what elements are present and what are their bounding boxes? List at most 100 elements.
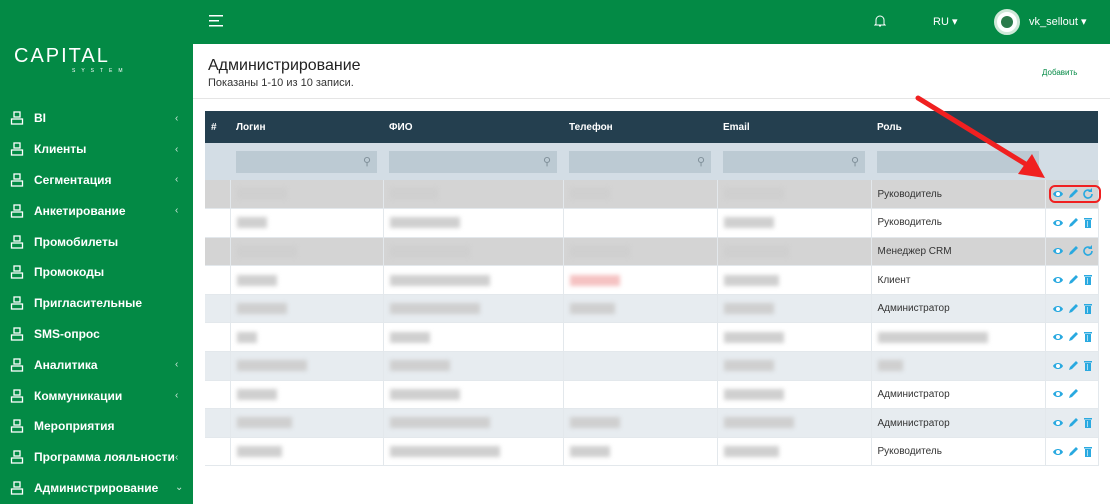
- table-row: Клиент: [205, 265, 1099, 295]
- user-menu[interactable]: vk_sellout ▾: [1029, 15, 1087, 28]
- eye-icon[interactable]: [1052, 245, 1064, 257]
- language-label: RU: [933, 16, 949, 28]
- sidebar-item-12[interactable]: Администрирование ⌄: [0, 473, 193, 504]
- table-row: Руководитель: [205, 208, 1099, 238]
- pencil-icon[interactable]: [1067, 274, 1079, 286]
- chevron-icon: ‹: [175, 390, 179, 402]
- language-dropdown[interactable]: RU ▾: [933, 15, 957, 28]
- role-filter-select[interactable]: ⌄: [877, 150, 1039, 173]
- trash-icon[interactable]: [1082, 417, 1094, 429]
- user-icon: [9, 480, 25, 496]
- fio-cell: [383, 180, 564, 210]
- fio-filter-input[interactable]: ⚲: [389, 150, 557, 173]
- phone-cell: [563, 294, 718, 324]
- sidebar-item-4[interactable]: Промобилеты: [0, 226, 193, 257]
- table-row: [205, 322, 1099, 353]
- user-icon: [9, 141, 25, 157]
- restore-icon[interactable]: [1082, 245, 1094, 257]
- login-filter-input[interactable]: ⚲: [236, 150, 377, 173]
- login-cell: [230, 237, 384, 267]
- phone-filter-input[interactable]: ⚲: [569, 150, 711, 173]
- sidebar-item-10[interactable]: Мероприятия: [0, 411, 193, 442]
- sidebar-item-5[interactable]: Промокоды: [0, 257, 193, 288]
- sidebar-nav: BI ‹ Клиенты ‹ Сегментация ‹ Анкетирование ‹ Про…: [0, 103, 193, 503]
- trash-icon[interactable]: [1082, 331, 1094, 343]
- ticket-icon: [9, 234, 25, 250]
- eye-icon[interactable]: [1052, 360, 1064, 372]
- email-cell: [717, 351, 872, 381]
- users-table: # Логин ФИО Телефон Email Роль ⚲ ⚲ ⚲ ⚲ ⌄ Руко…: [205, 111, 1101, 467]
- email-cell: [717, 265, 872, 295]
- eye-icon[interactable]: [1052, 274, 1064, 286]
- trash-icon[interactable]: [1082, 360, 1094, 372]
- fio-cell: [383, 237, 564, 267]
- eye-icon[interactable]: [1052, 388, 1064, 400]
- sidebar-item-9[interactable]: Коммуникации ‹: [0, 380, 193, 411]
- records-summary: Показаны 1-10 из 10 записи.: [208, 77, 354, 89]
- sidebar-item-2[interactable]: Сегментация ‹: [0, 165, 193, 196]
- eye-icon[interactable]: [1052, 217, 1064, 229]
- sidebar-item-1[interactable]: Клиенты ‹: [0, 134, 193, 165]
- sidebar-item-label: Сегментация: [34, 172, 112, 187]
- pencil-icon[interactable]: [1067, 217, 1079, 229]
- sidebar-item-6[interactable]: Пригласительные: [0, 288, 193, 319]
- chart-line-icon: [9, 110, 25, 126]
- pencil-icon[interactable]: [1067, 446, 1079, 458]
- email-filter-input[interactable]: ⚲: [723, 150, 865, 173]
- add-button[interactable]: Добавить: [1042, 68, 1077, 77]
- actions-cell: [1045, 180, 1101, 210]
- sidebar-item-8[interactable]: Аналитика ‹: [0, 349, 193, 380]
- eye-icon[interactable]: [1052, 188, 1064, 200]
- actions-cell: [1045, 294, 1099, 324]
- sidebar-item-0[interactable]: BI ‹: [0, 103, 193, 134]
- menu-icon[interactable]: [209, 14, 225, 28]
- phone-cell: [563, 351, 718, 381]
- pencil-icon[interactable]: [1067, 303, 1079, 315]
- eye-icon[interactable]: [1052, 417, 1064, 429]
- column-header[interactable]: ФИО: [383, 111, 563, 143]
- eye-icon[interactable]: [1052, 446, 1064, 458]
- table-row: Администратор: [205, 380, 1099, 410]
- login-cell: [230, 351, 384, 381]
- row-actions: [1052, 388, 1098, 400]
- table-row: Администратор: [205, 294, 1099, 324]
- sidebar: CAPITAL SYSTEM BI ‹ Клиенты ‹ Сегментация ‹ Ан…: [0, 0, 193, 504]
- pencil-icon[interactable]: [1067, 188, 1079, 200]
- pencil-icon[interactable]: [1067, 388, 1079, 400]
- chevron-icon: ‹: [175, 143, 179, 155]
- avatar[interactable]: [994, 9, 1020, 35]
- fio-cell: [383, 408, 564, 438]
- pencil-icon[interactable]: [1067, 417, 1079, 429]
- column-header[interactable]: Телефон: [563, 111, 717, 143]
- row-actions: [1052, 274, 1098, 286]
- column-header[interactable]: #: [205, 111, 230, 143]
- pencil-icon[interactable]: [1067, 245, 1079, 257]
- restore-icon[interactable]: [1082, 188, 1094, 200]
- pencil-icon[interactable]: [1067, 331, 1079, 343]
- actions-cell: [1045, 322, 1099, 353]
- sidebar-item-3[interactable]: Анкетирование ‹: [0, 195, 193, 226]
- trash-icon[interactable]: [1082, 446, 1094, 458]
- sidebar-item-7[interactable]: SMS-опрос: [0, 319, 193, 350]
- chevron-icon: ‹: [175, 451, 179, 463]
- eye-icon[interactable]: [1052, 303, 1064, 315]
- sidebar-item-label: Промобилеты: [34, 234, 119, 249]
- eye-icon[interactable]: [1052, 331, 1064, 343]
- column-header[interactable]: Email: [717, 111, 871, 143]
- trash-icon[interactable]: [1082, 274, 1094, 286]
- email-cell: [717, 180, 872, 210]
- role-cell: Клиент: [871, 265, 1046, 295]
- trash-icon[interactable]: [1082, 217, 1094, 229]
- login-cell: [230, 294, 384, 324]
- gift-icon: [9, 449, 25, 465]
- sidebar-item-11[interactable]: Программа лояльности ‹: [0, 442, 193, 473]
- column-header[interactable]: Логин: [230, 111, 383, 143]
- trash-icon[interactable]: [1082, 303, 1094, 315]
- sidebar-item-label: Администрирование: [34, 480, 159, 495]
- column-header[interactable]: Роль: [871, 111, 1045, 143]
- table-row: Менеджер CRM: [205, 237, 1099, 267]
- column-header[interactable]: [1045, 111, 1098, 143]
- pencil-icon[interactable]: [1067, 360, 1079, 372]
- phone-cell: [563, 380, 718, 410]
- bell-icon[interactable]: [874, 14, 886, 28]
